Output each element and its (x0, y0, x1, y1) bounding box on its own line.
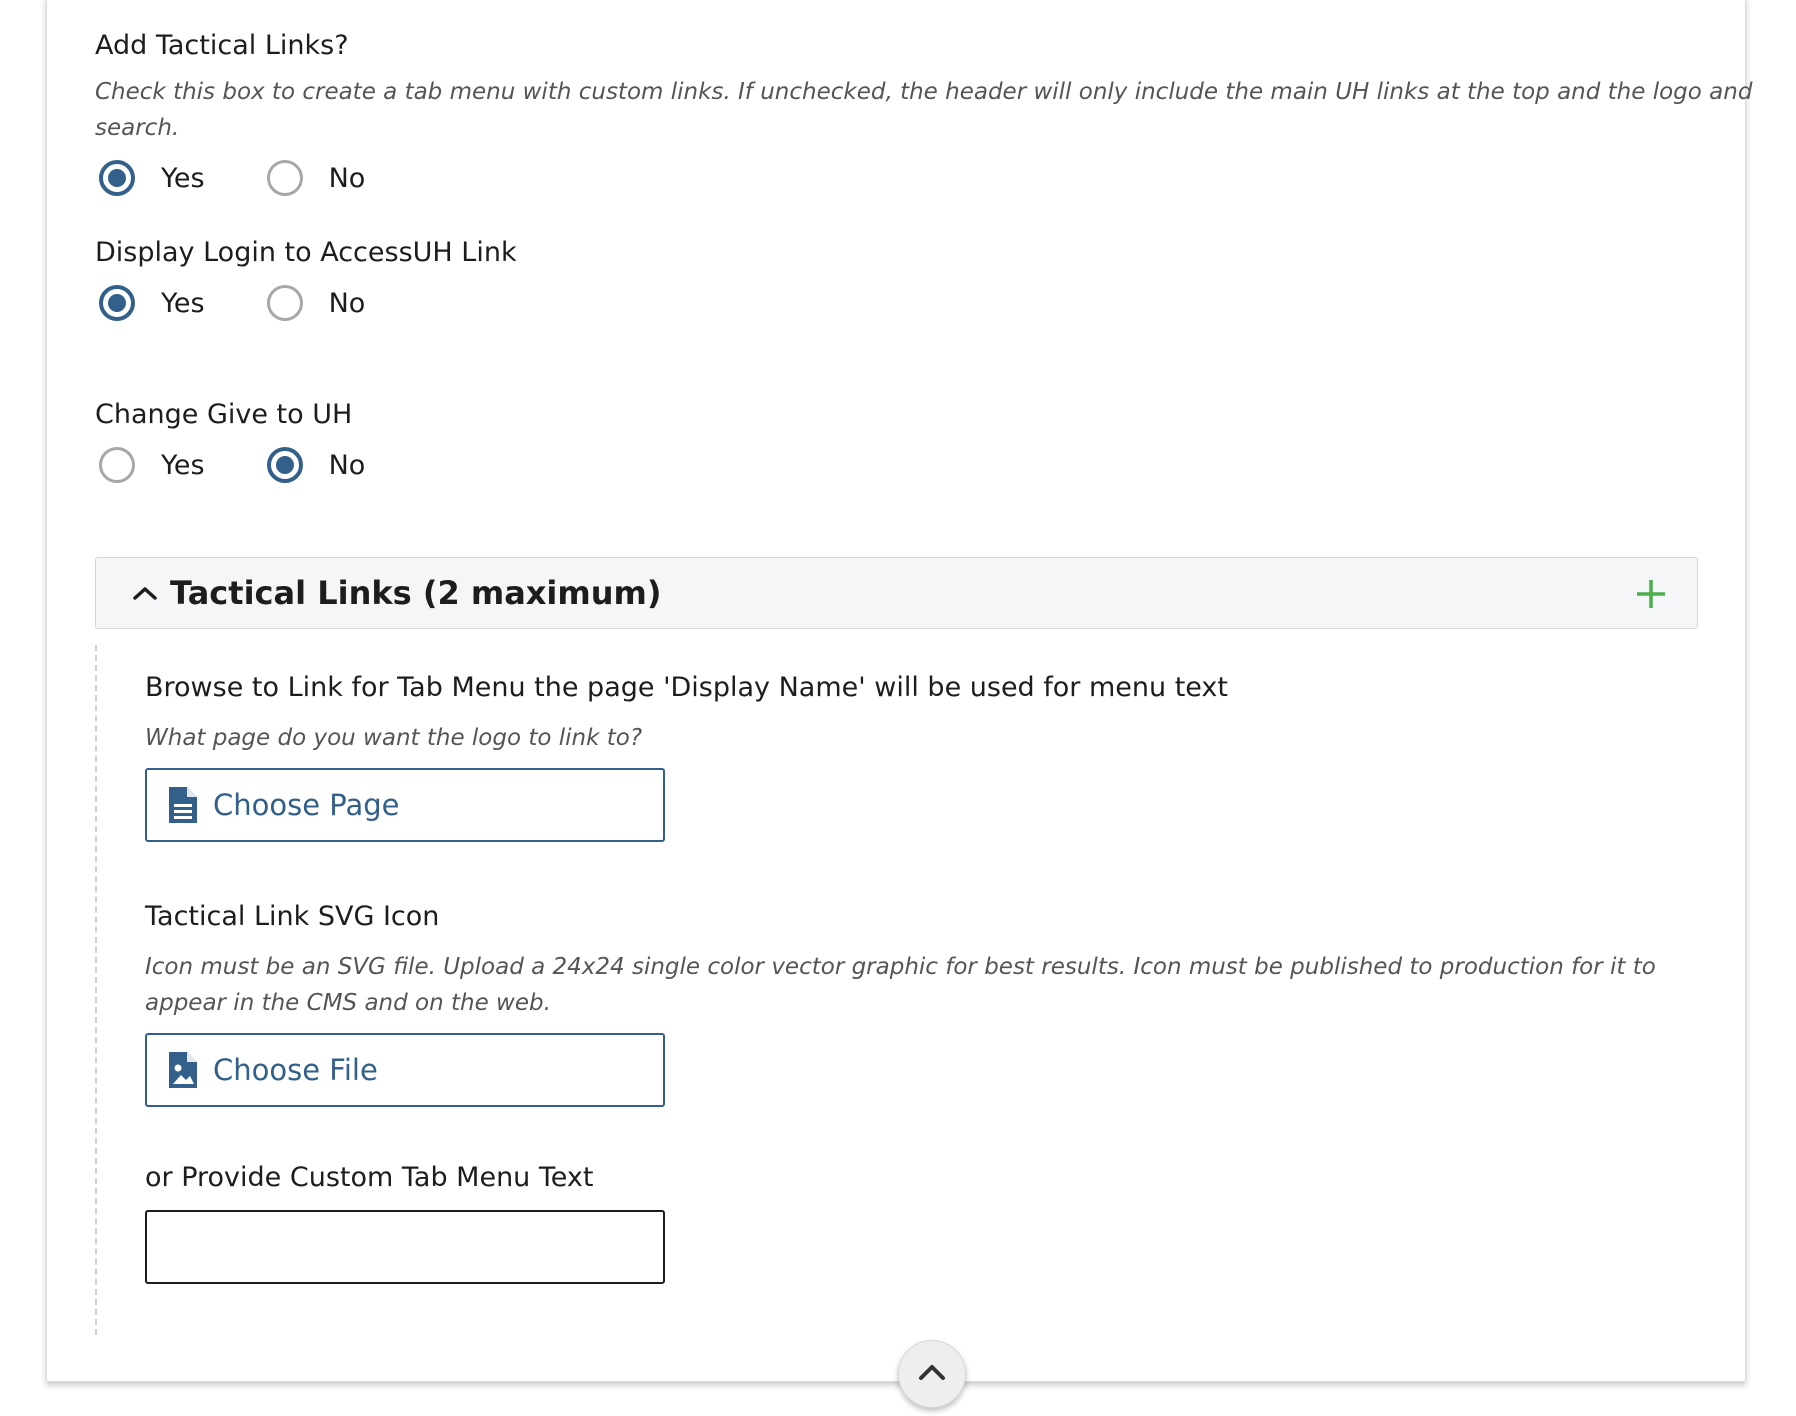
field-add-tactical-links: Add Tactical Links? Check this box to cr… (95, 28, 1796, 200)
field-label: Display Login to AccessUH Link (95, 237, 517, 268)
radio-option-no[interactable]: No (263, 447, 366, 483)
scroll-to-top-button[interactable] (898, 1340, 966, 1408)
choose-file-button[interactable]: Choose File (145, 1033, 665, 1107)
radio-label: Yes (161, 162, 205, 194)
radio-label: No (328, 287, 366, 319)
field-browse-link: Browse to Link for Tab Menu the page 'Di… (145, 670, 1228, 842)
field-help-text: What page do you want the logo to link t… (145, 725, 643, 751)
field-help-text: Icon must be an SVG file. Upload a 24x24… (145, 954, 1656, 1016)
chevron-up-icon[interactable] (132, 583, 160, 603)
field-label: Add Tactical Links? (95, 30, 349, 61)
field-custom-tab-text: or Provide Custom Tab Menu Text (145, 1160, 665, 1284)
radio-button[interactable] (266, 160, 303, 196)
radio-group-give-to-uh: Yes No (95, 443, 423, 487)
field-label: Change Give to UH (95, 399, 353, 430)
radio-group-login-link: Yes No (95, 281, 517, 325)
radio-group-tactical-links: Yes No (95, 156, 1796, 200)
choose-file-label: Choose File (213, 1053, 378, 1087)
document-icon (167, 785, 199, 825)
field-svg-icon: Tactical Link SVG Icon Icon must be an S… (145, 899, 1675, 1107)
radio-option-no[interactable]: No (263, 285, 366, 321)
choose-page-label: Choose Page (213, 788, 400, 822)
radio-button-checked[interactable] (99, 285, 135, 321)
custom-tab-text-input[interactable] (145, 1210, 665, 1284)
field-help-text: Check this box to create a tab menu with… (95, 79, 1753, 141)
field-label: Tactical Link SVG Icon (145, 901, 440, 932)
image-file-icon (167, 1050, 199, 1090)
field-label: Browse to Link for Tab Menu the page 'Di… (145, 672, 1228, 703)
radio-label: No (328, 162, 366, 194)
radio-button-checked[interactable] (266, 447, 303, 483)
radio-label: Yes (161, 287, 205, 319)
radio-button[interactable] (266, 285, 303, 321)
radio-option-yes[interactable]: Yes (95, 447, 205, 483)
radio-label: No (328, 449, 366, 481)
section-header-tactical-links[interactable]: Tactical Links (2 maximum) (95, 557, 1698, 629)
radio-button[interactable] (99, 447, 135, 483)
radio-label: Yes (161, 449, 205, 481)
add-icon[interactable] (1635, 578, 1667, 610)
radio-button-checked[interactable] (99, 160, 135, 196)
chevron-up-icon (917, 1362, 947, 1386)
field-label: or Provide Custom Tab Menu Text (145, 1162, 594, 1193)
field-give-to-uh: Change Give to UH Yes No (95, 397, 423, 487)
radio-option-no[interactable]: No (263, 160, 366, 196)
choose-page-button[interactable]: Choose Page (145, 768, 665, 842)
radio-option-yes[interactable]: Yes (95, 285, 205, 321)
section-title: Tactical Links (2 maximum) (170, 574, 662, 612)
field-display-login: Display Login to AccessUH Link Yes No (95, 235, 517, 325)
radio-option-yes[interactable]: Yes (95, 160, 205, 196)
